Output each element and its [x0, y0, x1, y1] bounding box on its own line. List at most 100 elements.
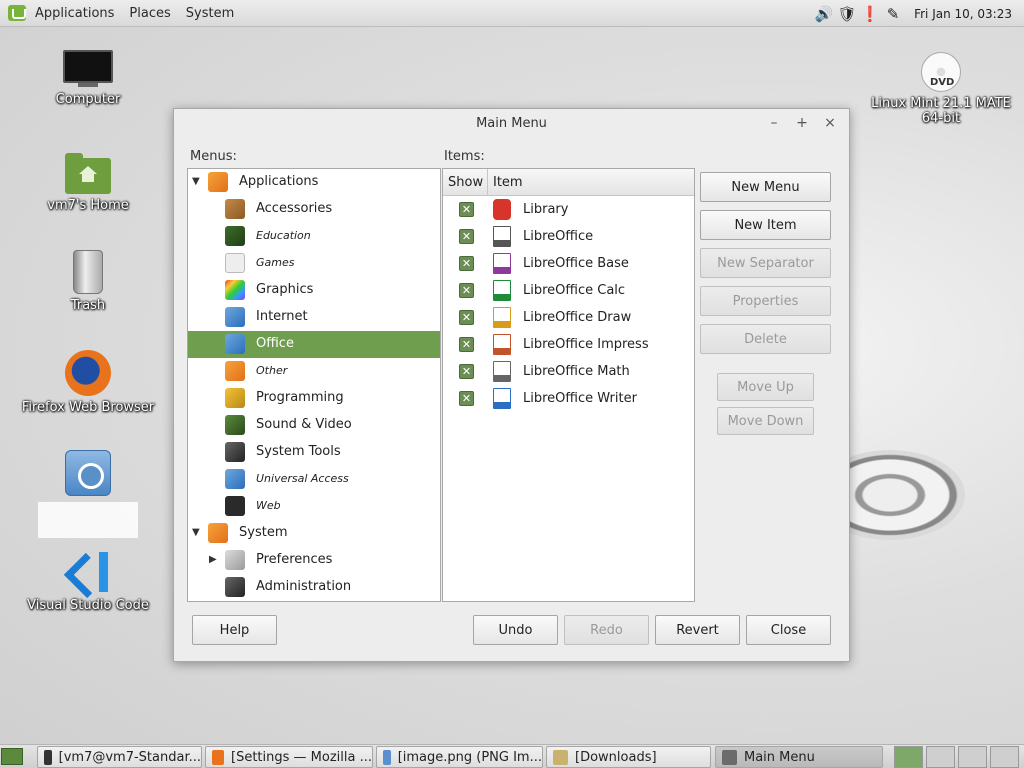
menu-tree-label: Other [256, 364, 288, 377]
menu-tree-item[interactable]: Internet [188, 304, 440, 331]
menu-tree-item[interactable]: ▼ System [188, 520, 440, 547]
menu-tree-item[interactable]: Other [188, 358, 440, 385]
programming-icon [225, 388, 245, 408]
show-desktop-icon[interactable] [1, 748, 23, 765]
menu-applications[interactable]: Applications [35, 6, 114, 21]
menu-tree-item[interactable]: Web [188, 493, 440, 520]
workspace-4[interactable] [990, 746, 1019, 768]
applications-icon [208, 172, 228, 192]
menu-tree-item[interactable]: Games [188, 250, 440, 277]
menu-tree-item[interactable]: ▼ Applications [188, 169, 440, 196]
revert-button[interactable]: Revert [655, 615, 740, 645]
collapse-arrow-icon[interactable]: ▼ [192, 527, 200, 538]
mint-logo-icon[interactable] [8, 5, 26, 21]
show-checkbox[interactable]: ✕ [459, 337, 474, 352]
desktop-icon-vscode[interactable]: Visual Studio Code [13, 550, 163, 613]
vscode-icon [66, 550, 110, 594]
delete-button[interactable]: Delete [700, 324, 831, 354]
menu-tree-item[interactable]: System Tools [188, 439, 440, 466]
item-row[interactable]: ✕ LibreOffice Writer [443, 385, 694, 412]
maximize-icon[interactable]: + [792, 113, 812, 133]
menu-tree-label: Office [256, 336, 294, 351]
item-row[interactable]: ✕ LibreOffice Calc [443, 277, 694, 304]
show-checkbox[interactable]: ✕ [459, 310, 474, 325]
libreoffice-calc-icon [493, 280, 511, 301]
menu-tree-label: Internet [256, 309, 308, 324]
undo-button[interactable]: Undo [473, 615, 558, 645]
network-icon[interactable]: ✎ [883, 4, 903, 24]
show-checkbox[interactable]: ✕ [459, 391, 474, 406]
column-item[interactable]: Item [488, 169, 694, 195]
show-checkbox[interactable]: ✕ [459, 202, 474, 217]
desktop-icon-label: Visual Studio Code [27, 598, 149, 613]
expand-arrow-icon[interactable]: ▶ [209, 554, 217, 565]
workspace-2[interactable] [926, 746, 955, 768]
desktop-icon-firefox[interactable]: Firefox Web Browser [13, 350, 163, 415]
desktop-icon-computer[interactable]: Computer [13, 50, 163, 107]
desktop-icon-label: vm7's Home [47, 198, 129, 213]
column-show[interactable]: Show [443, 169, 488, 195]
menu-places[interactable]: Places [129, 6, 170, 21]
menu-system[interactable]: System [186, 6, 234, 21]
minimize-icon[interactable]: – [764, 113, 784, 133]
menu-tree-item[interactable]: Administration [188, 574, 440, 601]
taskbar-button[interactable]: [vm7@vm7-Standar... [37, 746, 202, 768]
new-separator-button[interactable]: New Separator [700, 248, 831, 278]
desktop-icon-home[interactable]: vm7's Home [13, 153, 163, 213]
folder-icon [553, 749, 568, 765]
show-checkbox[interactable]: ✕ [459, 256, 474, 271]
preferences-icon [225, 550, 245, 570]
menu-tree-label: Programming [256, 390, 344, 405]
shield-icon[interactable]: 🛡 [837, 4, 857, 24]
item-row[interactable]: ✕ LibreOffice Draw [443, 304, 694, 331]
menu-tree-item[interactable]: Programming [188, 385, 440, 412]
item-row[interactable]: ✕ Library [443, 196, 694, 223]
properties-button[interactable]: Properties [700, 286, 831, 316]
notification-icon[interactable]: ❗ [860, 4, 880, 24]
new-menu-button[interactable]: New Menu [700, 172, 831, 202]
taskbar-button[interactable]: [Settings — Mozilla ... [205, 746, 373, 768]
libreoffice-math-icon [493, 361, 511, 382]
taskbar-button[interactable]: [image.png (PNG Im... [376, 746, 543, 768]
menu-tree-item[interactable]: ▶ Preferences [188, 547, 440, 574]
show-checkbox[interactable]: ✕ [459, 283, 474, 298]
item-label: Library [523, 202, 569, 217]
main-menu-dialog: Main Menu – + × Menus: Items: ▼ Applicati… [173, 108, 850, 662]
item-label: LibreOffice Impress [523, 337, 649, 352]
menu-tree-item[interactable]: Universal Access [188, 466, 440, 493]
sound-video-icon [225, 415, 245, 435]
clock[interactable]: Fri Jan 10, 03:23 [914, 7, 1012, 21]
item-row[interactable]: ✕ LibreOffice Math [443, 358, 694, 385]
help-button[interactable]: Help [192, 615, 277, 645]
new-item-button[interactable]: New Item [700, 210, 831, 240]
workspace-3[interactable] [958, 746, 987, 768]
desktop-icon-chrome[interactable] [13, 450, 163, 538]
volume-icon[interactable]: 🔊 [814, 4, 834, 24]
close-icon[interactable]: × [820, 113, 840, 133]
redo-button[interactable]: Redo [564, 615, 649, 645]
menu-tree-item[interactable]: Graphics [188, 277, 440, 304]
bottom-panel: [vm7@vm7-Standar... [Settings — Mozilla .… [0, 744, 1024, 768]
menu-tree-item[interactable]: Sound & Video [188, 412, 440, 439]
desktop-icon-trash[interactable]: Trash [13, 250, 163, 313]
menu-tree-item[interactable]: Education [188, 223, 440, 250]
items-label: Items: [444, 149, 485, 164]
taskbar-button[interactable]: Main Menu [715, 746, 883, 768]
close-button[interactable]: Close [746, 615, 831, 645]
item-row[interactable]: ✕ LibreOffice Impress [443, 331, 694, 358]
item-label: LibreOffice Base [523, 256, 629, 271]
move-down-button[interactable]: Move Down [717, 407, 814, 435]
taskbar-button[interactable]: [Downloads] [546, 746, 711, 768]
menus-label: Menus: [190, 149, 237, 164]
desktop-icon-dvd[interactable]: DVD Linux Mint 21.1 MATE 64-bit [866, 52, 1016, 126]
collapse-arrow-icon[interactable]: ▼ [192, 176, 200, 187]
workspace-1[interactable] [894, 746, 923, 768]
dialog-titlebar[interactable]: Main Menu – + × [174, 109, 849, 137]
item-row[interactable]: ✕ LibreOffice [443, 223, 694, 250]
item-row[interactable]: ✕ LibreOffice Base [443, 250, 694, 277]
show-checkbox[interactable]: ✕ [459, 364, 474, 379]
menu-tree-item[interactable]: Office [188, 331, 440, 358]
move-up-button[interactable]: Move Up [717, 373, 814, 401]
menu-tree-item[interactable]: Accessories [188, 196, 440, 223]
show-checkbox[interactable]: ✕ [459, 229, 474, 244]
